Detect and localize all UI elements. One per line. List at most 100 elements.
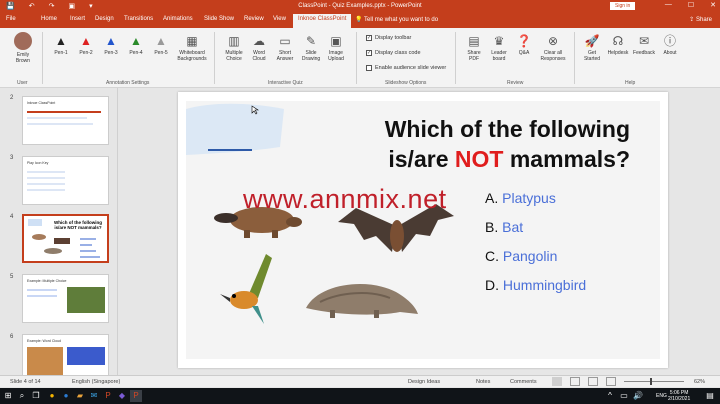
short-answer-button[interactable]: ▭ Short Answer	[271, 34, 299, 62]
clear-responses-button[interactable]: ⊗ Clear all Responses	[537, 34, 569, 62]
comments-button[interactable]: Comments	[510, 379, 537, 385]
language-indicator[interactable]: English (Singapore)	[72, 379, 120, 385]
display-toolbar-checkbox[interactable]: ✓ Display toolbar	[366, 35, 411, 41]
chrome-icon[interactable]: ●	[46, 390, 58, 402]
multiple-choice-button[interactable]: ▥ Multiple Choice	[220, 34, 248, 62]
thumbnail-animal-graphic	[44, 248, 62, 254]
close-icon[interactable]: ✕	[710, 1, 716, 9]
show-hidden-icons[interactable]: ^	[604, 390, 616, 402]
powerpoint-active-icon[interactable]: P	[130, 390, 142, 402]
question-not-word: NOT	[454, 146, 504, 172]
qa-button[interactable]: ❓ Q&A	[510, 34, 538, 56]
reading-view-icon[interactable]	[588, 377, 598, 386]
clear-icon: ⊗	[547, 34, 559, 48]
watermark-text: www.annmix.net	[243, 184, 447, 214]
design-ideas-button[interactable]: Design Ideas	[408, 379, 440, 385]
user-name: Emily Brown	[15, 52, 31, 64]
helpdesk-button[interactable]: ☊ Helpdesk	[604, 34, 632, 56]
zoom-level[interactable]: 62%	[694, 379, 705, 385]
slide-thumbnail-5[interactable]: Example: Multiple Choice	[22, 274, 109, 323]
title-bar: 💾 ↶ ↷ ▣ ▾ ClassPoint - Quiz Examples.ppt…	[0, 0, 720, 12]
clock[interactable]: 5:06 PM 2/10/2021	[668, 390, 690, 402]
maximize-icon[interactable]: ☐	[688, 1, 694, 9]
thumbnail-title: Play Icon Key	[27, 161, 49, 165]
feedback-button[interactable]: ✉ Feedback	[630, 34, 658, 56]
zoom-slider-handle[interactable]	[650, 378, 652, 385]
slide-canvas[interactable]: Which of the following is/are NOT mammal…	[178, 92, 668, 368]
sign-in-button[interactable]: Sign in	[610, 2, 636, 10]
ribbon-separator	[356, 32, 357, 84]
question-line-2: is/are NOT mammals?	[388, 146, 630, 172]
input-language[interactable]: ENG	[656, 393, 667, 399]
slideshow-view-icon[interactable]	[606, 377, 616, 386]
display-class-code-checkbox[interactable]: ✓ Display class code	[366, 50, 421, 56]
notes-button[interactable]: Notes	[476, 379, 490, 385]
feedback-icon: ✉	[638, 34, 650, 48]
search-icon[interactable]: ⌕	[16, 390, 28, 402]
slide-thumbnail-3[interactable]: Play Icon Key	[22, 156, 109, 205]
slide-thumbnail-2[interactable]: Inknoe ClassPoint	[22, 96, 109, 145]
slide-sorter-icon[interactable]	[570, 377, 580, 386]
thumbnail-number: 6	[10, 334, 14, 340]
zoom-slider[interactable]	[624, 381, 684, 382]
tab-review[interactable]: Review	[244, 16, 264, 22]
brush-stroke-graphic	[186, 103, 284, 155]
leaderboard-button[interactable]: ♛ Leader board	[485, 34, 513, 62]
whiteboard-backgrounds-button[interactable]: ▦ Whiteboard Backgrounds	[174, 34, 210, 62]
windows-start-icon[interactable]: ⊞	[2, 390, 14, 402]
app-icon[interactable]: ◆	[116, 390, 128, 402]
tab-insert[interactable]: Insert	[70, 16, 85, 22]
question-line-1: Which of the following	[384, 116, 630, 142]
word-cloud-button[interactable]: ☁ Word Cloud	[245, 34, 273, 62]
tab-classpoint[interactable]: Inknoe ClassPoint	[293, 14, 352, 28]
tab-design[interactable]: Design	[95, 16, 114, 22]
pen-3-button[interactable]: ▲ Pen-3	[97, 34, 125, 56]
tab-home[interactable]: Home	[41, 16, 57, 22]
powerpoint-icon[interactable]: P	[102, 390, 114, 402]
thumbnail-number: 2	[10, 95, 14, 101]
slide-thumbnail-4-selected[interactable]: Which of the following is/are NOT mammal…	[22, 214, 109, 263]
volume-icon[interactable]: 🔊	[632, 390, 644, 402]
option-b: B. Bat	[485, 219, 524, 235]
tab-animations[interactable]: Animations	[163, 16, 193, 22]
pen-4-button[interactable]: ▲ Pen-4	[122, 34, 150, 56]
pen-icon: ▲	[80, 34, 92, 48]
get-started-button[interactable]: 🚀 Get Started	[578, 34, 606, 62]
normal-view-icon[interactable]	[552, 377, 562, 386]
task-view-icon[interactable]: ❐	[30, 390, 42, 402]
thumbnail-title: Inknoe ClassPoint	[27, 101, 56, 105]
network-icon[interactable]: ▭	[618, 390, 630, 402]
group-label-review: Review	[507, 80, 524, 86]
pen-icon: ▲	[55, 34, 67, 48]
pen-icon: ▲	[155, 34, 167, 48]
thumbnail-animal-graphic	[54, 238, 70, 244]
image-upload-button[interactable]: ▣ Image Upload	[322, 34, 350, 62]
file-explorer-icon[interactable]: ▰	[74, 390, 86, 402]
slide-drawing-button[interactable]: ✎ Slide Drawing	[297, 34, 325, 62]
tab-transitions[interactable]: Transitions	[124, 16, 153, 22]
mail-icon[interactable]: ✉	[88, 390, 100, 402]
notifications-icon[interactable]: ▤	[704, 390, 716, 402]
ribbon-separator	[42, 32, 43, 84]
slide-thumbnail-pane[interactable]: 2 Inknoe ClassPoint 3 Play Icon Key 4 Wh…	[0, 88, 118, 375]
about-button[interactable]: ⓘ About	[656, 34, 684, 56]
windows-taskbar: ⊞ ⌕ ❐ ● ● ▰ ✉ P ◆ P ^ ▭ 🔊 ENG 5:06 PM 2/1…	[0, 388, 720, 404]
thumbnail-line	[27, 123, 93, 125]
lightbulb-icon: 💡	[355, 17, 365, 23]
minimize-icon[interactable]: —	[665, 1, 672, 9]
pen-2-button[interactable]: ▲ Pen-2	[72, 34, 100, 56]
tab-slideshow[interactable]: Slide Show	[204, 16, 234, 22]
edge-icon[interactable]: ●	[60, 390, 72, 402]
tab-view[interactable]: View	[273, 16, 286, 22]
user-avatar[interactable]	[14, 32, 32, 50]
share-button[interactable]: ⇪ Share	[689, 16, 712, 23]
thumbnail-line	[27, 117, 87, 119]
pen-5-button[interactable]: ▲ Pen-5	[147, 34, 175, 56]
audience-slide-viewer-checkbox[interactable]: Enable audience slide viewer	[366, 65, 446, 71]
tab-file[interactable]: File	[6, 16, 16, 22]
tell-me-search[interactable]: 💡 Tell me what you want to do	[355, 16, 438, 23]
pen-1-button[interactable]: ▲ Pen-1	[47, 34, 75, 56]
slide-thumbnail-6[interactable]: Example: Word Cloud	[22, 334, 109, 375]
thumbnail-number: 4	[10, 214, 14, 220]
share-pdf-button[interactable]: ▤ Share PDF	[460, 34, 488, 62]
